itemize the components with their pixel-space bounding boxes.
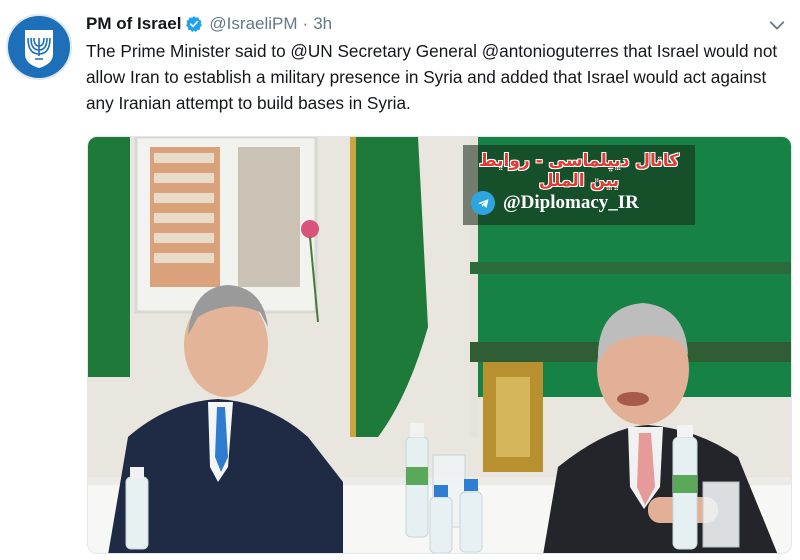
separator-dot: ·: [302, 14, 309, 33]
tweet-menu-button[interactable]: [766, 14, 788, 36]
avatar[interactable]: [6, 14, 72, 80]
watermark-title: کانال دیپلماسی - روابط بین الملل: [478, 151, 680, 191]
watermark-handle: @Diplomacy_IR: [503, 192, 639, 213]
tweet-text: The Prime Minister said to @UN Secretary…: [86, 41, 778, 113]
chevron-down-icon: [769, 21, 785, 30]
tweet-timestamp[interactable]: 3h: [313, 14, 332, 34]
author-handle[interactable]: @IsraeliPM: [209, 14, 297, 34]
tweet-media-photo[interactable]: کانال دیپلماسی - روابط بین الملل @Diplom…: [87, 136, 792, 554]
menorah-emblem-icon: [25, 30, 53, 68]
telegram-icon: [471, 191, 495, 215]
watermark-overlay: کانال دیپلماسی - روابط بین الملل @Diplom…: [463, 145, 695, 225]
author-name[interactable]: PM of Israel: [86, 14, 181, 34]
verified-badge-icon: [185, 15, 203, 33]
tweet-header: PM of Israel @IsraeliPM · 3h: [86, 12, 332, 36]
watermark-handle-row: @Diplomacy_IR: [471, 191, 639, 215]
